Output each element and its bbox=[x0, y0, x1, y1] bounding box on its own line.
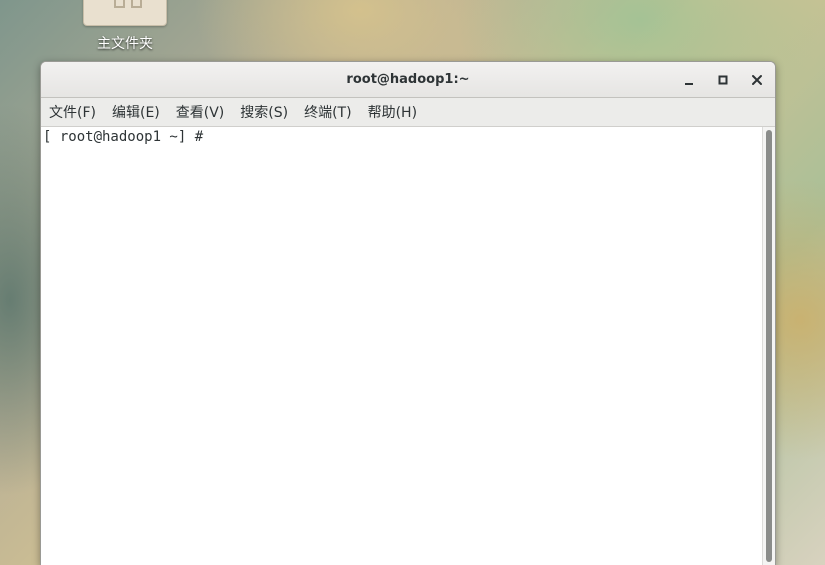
home-folder-label[interactable]: 主文件夹 bbox=[80, 33, 170, 53]
menu-search[interactable]: 搜索(S) bbox=[235, 100, 293, 124]
home-folder-shortcut[interactable]: 主文件夹 bbox=[80, 0, 170, 56]
terminal-area[interactable]: [ root@hadoop1 ~] # bbox=[41, 127, 775, 565]
menu-file[interactable]: 文件(F) bbox=[44, 100, 101, 124]
terminal-prompt: [ root@hadoop1 ~] # bbox=[43, 129, 212, 145]
menu-help[interactable]: 帮助(H) bbox=[363, 100, 422, 124]
maximize-button[interactable] bbox=[713, 70, 733, 90]
window-title: root@hadoop1:~ bbox=[346, 72, 470, 87]
close-button[interactable] bbox=[747, 70, 767, 90]
desktop: 主文件夹 root@hadoop1:~ 文件(F) 编辑(E) 查看(V) 搜索… bbox=[0, 0, 825, 565]
terminal-window: root@hadoop1:~ 文件(F) 编辑(E) 查看(V) 搜索(S) 终… bbox=[40, 61, 776, 565]
scrollbar-thumb[interactable] bbox=[766, 130, 772, 562]
terminal-scrollbar[interactable] bbox=[762, 127, 775, 565]
window-titlebar[interactable]: root@hadoop1:~ bbox=[41, 62, 775, 98]
menubar: 文件(F) 编辑(E) 查看(V) 搜索(S) 终端(T) 帮助(H) bbox=[41, 98, 775, 127]
home-folder-icon[interactable] bbox=[83, 0, 167, 26]
close-icon bbox=[752, 75, 762, 85]
maximize-icon bbox=[718, 75, 728, 85]
minimize-icon bbox=[685, 83, 693, 85]
minimize-button[interactable] bbox=[679, 70, 699, 90]
menu-view[interactable]: 查看(V) bbox=[171, 100, 230, 124]
menu-terminal[interactable]: 终端(T) bbox=[299, 100, 356, 124]
menu-edit[interactable]: 编辑(E) bbox=[107, 100, 165, 124]
